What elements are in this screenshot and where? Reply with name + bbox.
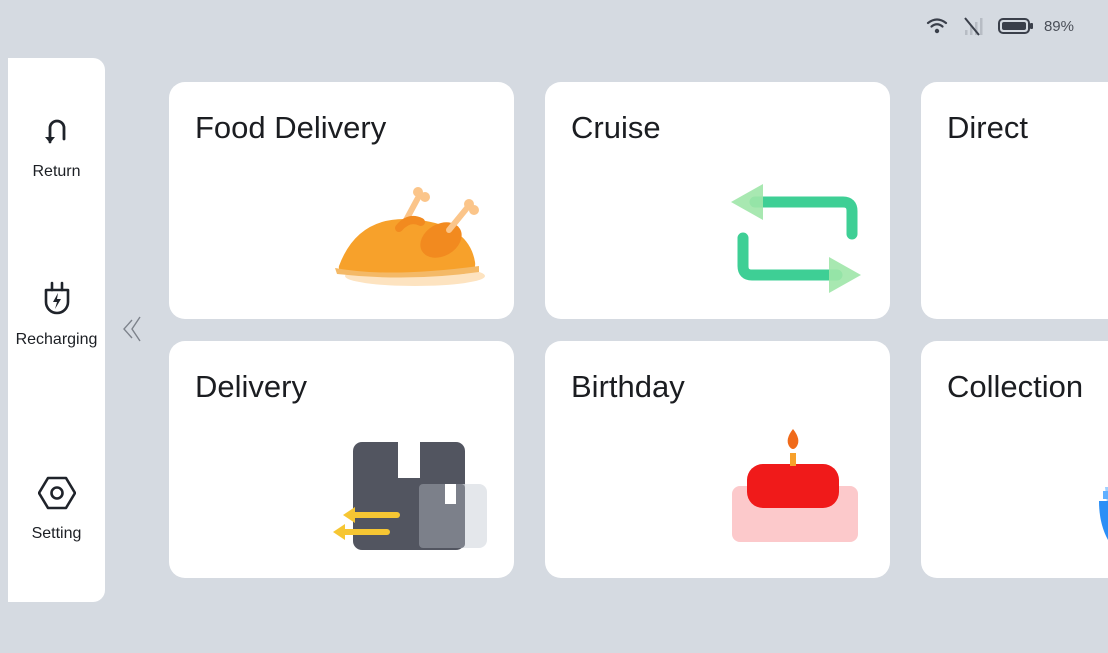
roast-chicken-icon [329, 182, 489, 297]
sidebar-label-return: Return [32, 163, 81, 180]
recharge-plug-icon [40, 280, 74, 318]
birthday-cake-icon [729, 425, 863, 555]
card-title: Collection [947, 369, 1084, 404]
sidebar-label-setting: Setting [31, 525, 82, 542]
card-birthday[interactable]: Birthday [545, 341, 890, 578]
double-chevron-left-icon [123, 316, 141, 342]
battery-percentage: 89% [1043, 17, 1074, 35]
robot-mode-screen: 89% Return Recharging Setting Food Deliv… [0, 0, 1108, 653]
settings-hexagon-icon [37, 474, 76, 512]
card-food-delivery[interactable]: Food Delivery [169, 82, 514, 319]
card-direct[interactable]: Direct [921, 82, 1108, 319]
sidebar: Return Recharging Setting [8, 58, 105, 602]
card-title: Food Delivery [195, 110, 387, 145]
sidebar-label-recharging: Recharging [15, 331, 98, 348]
card-delivery[interactable]: Delivery [169, 341, 514, 578]
setting-button[interactable]: Setting [8, 474, 105, 544]
card-collection[interactable]: Collection [921, 341, 1108, 578]
card-title: Birthday [571, 369, 685, 404]
battery-icon [997, 17, 1034, 35]
recharging-button[interactable]: Recharging [8, 280, 105, 350]
collection-icon [1091, 445, 1108, 550]
return-button[interactable]: Return [8, 112, 105, 182]
wifi-icon [926, 17, 948, 35]
card-title: Direct [947, 110, 1028, 145]
card-cruise[interactable]: Cruise [545, 82, 890, 319]
status-bar: 89% [926, 8, 1074, 44]
loop-arrows-icon [725, 178, 870, 303]
collapse-sidebar-button[interactable] [120, 314, 146, 344]
card-title: Delivery [195, 369, 307, 404]
box-arrows-icon [331, 439, 491, 559]
return-icon [40, 112, 74, 150]
no-signal-icon [962, 16, 984, 36]
card-title: Cruise [571, 110, 661, 145]
